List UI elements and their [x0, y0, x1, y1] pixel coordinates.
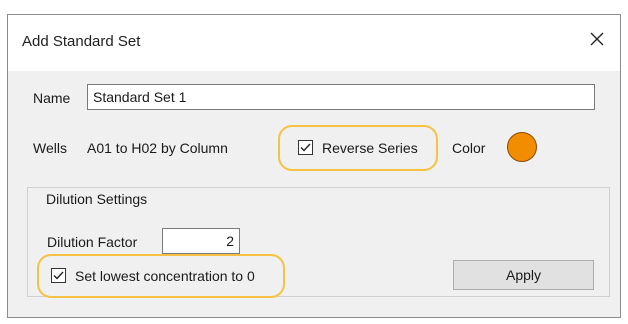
wells-label: Wells [33, 140, 67, 156]
color-swatch[interactable] [507, 132, 537, 162]
color-label: Color [452, 140, 486, 156]
reverse-series-checkbox[interactable] [298, 140, 313, 155]
apply-button[interactable]: Apply [453, 260, 594, 290]
name-input[interactable] [87, 84, 595, 110]
name-label: Name [33, 90, 71, 106]
close-button[interactable] [574, 15, 620, 63]
dialog-title: Add Standard Set [22, 33, 141, 50]
lowest-concentration-label[interactable]: Set lowest concentration to 0 [75, 268, 255, 284]
checkmark-icon [300, 143, 311, 152]
close-icon [590, 32, 604, 46]
title-bar: Add Standard Set [8, 15, 620, 71]
wells-value: A01 to H02 by Column [87, 140, 228, 156]
dilution-settings-title: Dilution Settings [42, 191, 152, 207]
dilution-factor-input[interactable] [162, 228, 240, 254]
reverse-series-label[interactable]: Reverse Series [322, 140, 418, 156]
lowest-concentration-checkbox[interactable] [51, 268, 66, 283]
checkmark-icon [53, 271, 64, 280]
dilution-factor-label: Dilution Factor [47, 234, 138, 250]
